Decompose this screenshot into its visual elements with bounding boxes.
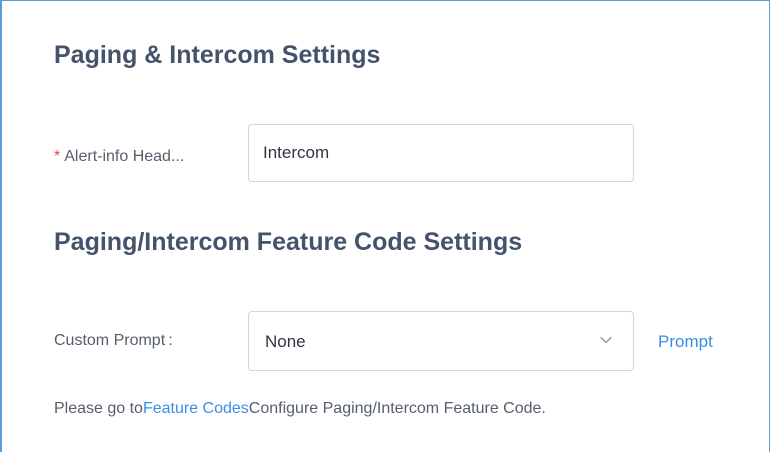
- settings-panel: Paging & Intercom Settings * Alert-info H…: [0, 0, 770, 452]
- note-suffix: Configure Paging/Intercom Feature Code.: [248, 400, 546, 417]
- alert-info-header-label: * Alert-info Head...: [54, 148, 184, 166]
- note-prefix: Please go to: [54, 400, 143, 417]
- feature-code-note: Please go toFeature CodesConfigure Pagin…: [54, 400, 546, 418]
- feature-code-settings-title: Paging/Intercom Feature Code Settings: [54, 228, 523, 256]
- chevron-down-icon: [600, 336, 612, 344]
- alert-info-header-label-text: Alert-info Head...: [64, 148, 185, 165]
- custom-prompt-selected-value: None: [265, 332, 306, 351]
- paging-intercom-settings-title: Paging & Intercom Settings: [54, 41, 381, 69]
- required-marker: *: [54, 148, 61, 165]
- feature-codes-link[interactable]: Feature Codes: [143, 400, 249, 417]
- custom-prompt-label: Custom Prompt :: [54, 332, 173, 349]
- prompt-link[interactable]: Prompt: [658, 332, 713, 352]
- alert-info-header-input[interactable]: [248, 124, 634, 182]
- custom-prompt-select[interactable]: None: [248, 311, 634, 371]
